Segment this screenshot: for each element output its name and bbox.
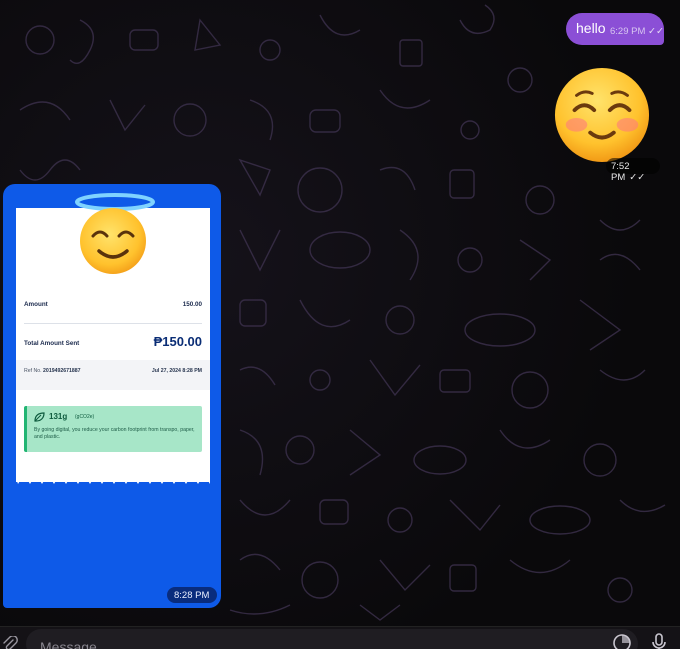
- total-label: Total Amount Sent: [24, 340, 80, 347]
- carbon-footprint-card: 131g (gCO2e) By going digital, you reduc…: [24, 406, 202, 452]
- outgoing-message[interactable]: hello 6:29 PM ✓✓: [566, 13, 664, 45]
- paperclip-icon[interactable]: [2, 636, 18, 649]
- amount-value: 150.00: [182, 301, 202, 308]
- eco-amount: 131g: [49, 412, 68, 421]
- message-time: 7:52 PM: [611, 161, 630, 183]
- message-input[interactable]: [26, 629, 638, 649]
- transaction-date: Jul 27, 2024 8:28 PM: [151, 368, 202, 374]
- chat-area: hello 6:29 PM ✓✓ 7:52 PM ✓✓ Amount 150.00: [0, 0, 680, 649]
- ref-label: Ref No.: [24, 368, 42, 374]
- read-receipt-icon: ✓✓: [629, 172, 646, 183]
- halo-face-emoji: [75, 193, 155, 274]
- amount-label: Amount: [24, 301, 48, 308]
- reference-row: Ref No. 2019492671887 Jul 27, 2024 8:28 …: [16, 360, 210, 390]
- microphone-icon[interactable]: [650, 633, 668, 649]
- eco-unit: (gCO2e): [75, 414, 95, 420]
- message-time: 6:29 PM: [610, 26, 646, 37]
- leaf-icon: [34, 412, 45, 422]
- torn-edge: [16, 464, 210, 484]
- divider: [24, 323, 202, 324]
- message-text: hello: [576, 20, 606, 36]
- smiling-face-sticker[interactable]: [553, 66, 651, 164]
- eco-description: By going digital, you reduce your carbon…: [34, 427, 195, 440]
- sticker-icon[interactable]: [612, 633, 632, 649]
- amount-row: Amount 150.00: [24, 301, 202, 308]
- read-receipt-icon: ✓✓: [648, 26, 664, 37]
- message-time: 8:28 PM: [167, 587, 217, 603]
- total-value: ₱150.00: [153, 334, 202, 349]
- ref-number: 2019492671887: [43, 368, 81, 374]
- sticker-time-badge: 7:52 PM ✓✓: [606, 158, 660, 183]
- incoming-image-message[interactable]: Amount 150.00 Total Amount Sent ₱150.00 …: [3, 184, 221, 608]
